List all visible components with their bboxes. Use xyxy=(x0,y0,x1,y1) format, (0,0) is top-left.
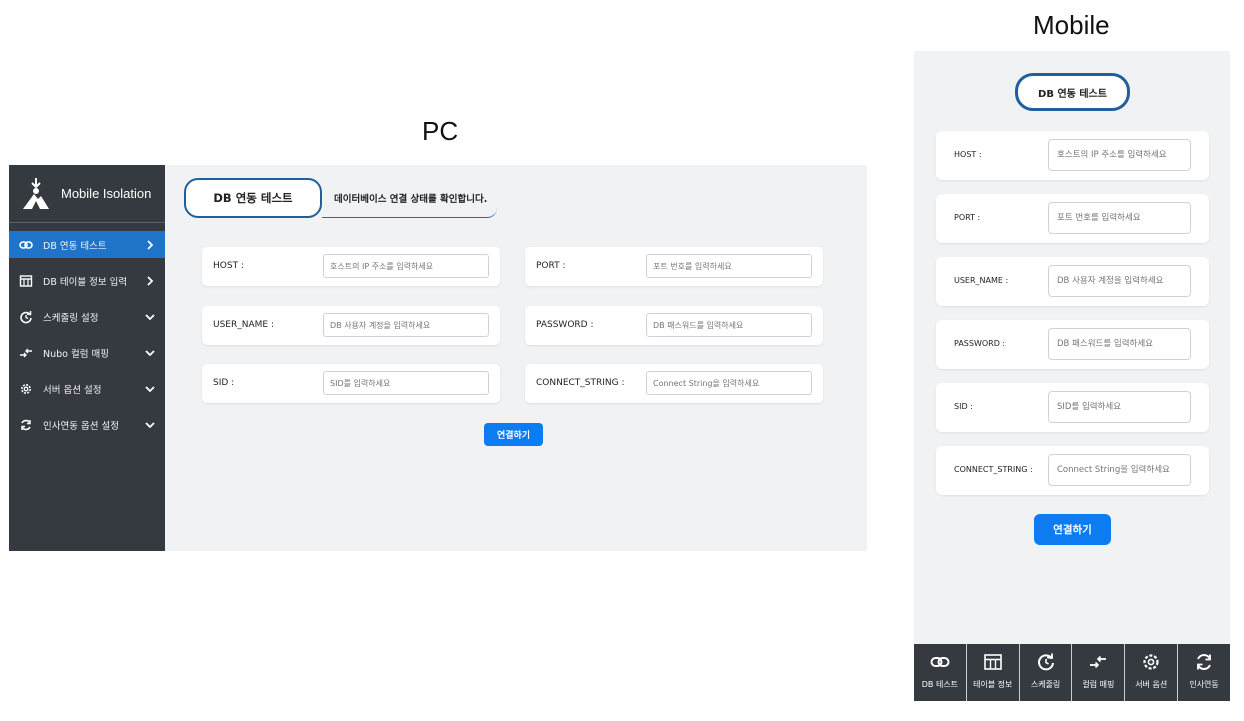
mobile-sid-label: SID : xyxy=(954,402,973,411)
page-title: DB 연동 테스트 xyxy=(184,178,322,218)
mobile-caption: Mobile xyxy=(1033,10,1110,40)
user-name-label: USER_NAME : xyxy=(213,320,274,330)
sidebar-menu: DB 연동 테스트 DB 테이블 정보 입력 스케줄링 설정 Nubo 컬럼 매… xyxy=(9,231,165,438)
sidebar-item-scheduling[interactable]: 스케줄링 설정 xyxy=(9,303,165,330)
mobile-sid-input[interactable] xyxy=(1048,391,1191,423)
port-field-row: PORT : xyxy=(525,247,823,286)
port-input[interactable] xyxy=(646,254,812,278)
user-name-field-row: USER_NAME : xyxy=(202,306,500,345)
mobile-page-title: DB 연동 테스트 xyxy=(1015,73,1130,111)
host-label: HOST : xyxy=(213,261,244,271)
mobile-user-name-input[interactable] xyxy=(1048,265,1191,297)
tab-table-info[interactable]: 테이블 정보 xyxy=(967,644,1020,701)
mobile-user-name-field-row: USER_NAME : xyxy=(936,257,1209,306)
link-icon xyxy=(19,238,33,252)
mobile-password-label: PASSWORD : xyxy=(954,339,1006,348)
mobile-tab-bar: DB 테스트 테이블 정보 스케줄링 컬럼 매핑 서버 옵션 인사연동 xyxy=(914,644,1230,701)
page-subtitle: 데이터베이스 연결 상태를 확인합니다. xyxy=(322,187,497,218)
chevron-down-icon xyxy=(145,312,155,322)
tab-db-test[interactable]: DB 테스트 xyxy=(914,644,967,701)
sync-icon xyxy=(19,418,33,432)
tab-label: 테이블 정보 xyxy=(973,680,1013,689)
chevron-right-icon xyxy=(145,239,155,250)
tab-label: 스케줄링 xyxy=(1030,680,1061,689)
mobile-password-input[interactable] xyxy=(1048,328,1191,360)
host-field-row: HOST : xyxy=(202,247,500,286)
mobile-connect-string-label: CONNECT_STRING : xyxy=(954,465,1033,474)
sync-icon xyxy=(1194,652,1214,672)
link-icon xyxy=(930,652,950,672)
chevron-down-icon xyxy=(145,420,155,430)
mountain-person-logo xyxy=(21,177,51,211)
connect-button[interactable]: 연결하기 xyxy=(484,423,543,446)
password-input[interactable] xyxy=(646,313,812,337)
table-icon xyxy=(19,274,33,288)
tab-hr-sync[interactable]: 인사연동 xyxy=(1178,644,1230,701)
sidebar-item-label: 서버 옵션 설정 xyxy=(43,384,102,396)
port-label: PORT : xyxy=(536,261,566,271)
brand-title: Mobile Isolation xyxy=(61,186,152,201)
tab-scheduling[interactable]: 스케줄링 xyxy=(1020,644,1073,701)
brand[interactable]: Mobile Isolation xyxy=(9,165,165,223)
refresh-icon xyxy=(19,310,33,324)
sid-input[interactable] xyxy=(323,371,489,395)
sidebar-item-column-mapping[interactable]: Nubo 컬럼 매핑 xyxy=(9,339,165,366)
chevron-right-icon xyxy=(145,275,155,286)
refresh-icon xyxy=(1036,652,1056,672)
sidebar-item-label: 인사연동 옵션 설정 xyxy=(43,420,119,432)
sidebar-item-server-options[interactable]: 서버 옵션 설정 xyxy=(9,375,165,402)
mobile-host-input[interactable] xyxy=(1048,139,1191,171)
tab-server-options[interactable]: 서버 옵션 xyxy=(1125,644,1179,701)
pc-main-content: DB 연동 테스트 데이터베이스 연결 상태를 확인합니다. HOST : PO… xyxy=(165,165,867,551)
tab-label: 컬럼 매핑 xyxy=(1082,680,1115,689)
connect-string-input[interactable] xyxy=(646,371,812,395)
mobile-port-field-row: PORT : xyxy=(936,194,1209,243)
sid-field-row: SID : xyxy=(202,364,500,403)
gear-icon xyxy=(1141,652,1161,672)
pc-caption: PC xyxy=(422,116,459,146)
sidebar-item-label: DB 테이블 정보 입력 xyxy=(43,276,128,288)
mapping-icon xyxy=(1088,652,1108,672)
sid-label: SID : xyxy=(213,378,235,388)
mobile-mockup: DB 연동 테스트 HOST : PORT : USER_NAME : PASS… xyxy=(914,51,1230,701)
mobile-connect-string-input[interactable] xyxy=(1048,454,1191,486)
sidebar-item-table-info[interactable]: DB 테이블 정보 입력 xyxy=(9,267,165,294)
mobile-host-field-row: HOST : xyxy=(936,131,1209,180)
sidebar-item-db-test[interactable]: DB 연동 테스트 xyxy=(9,231,165,258)
user-name-input[interactable] xyxy=(323,313,489,337)
canvas: PC Mobile Mobile Isolation DB 연동 테스트 DB … xyxy=(0,0,1244,721)
chevron-down-icon xyxy=(145,384,155,394)
sidebar: Mobile Isolation DB 연동 테스트 DB 테이블 정보 입력 … xyxy=(9,165,165,551)
sidebar-item-label: 스케줄링 설정 xyxy=(43,312,99,324)
chevron-down-icon xyxy=(145,348,155,358)
tab-label: DB 테스트 xyxy=(921,680,959,689)
mapping-icon xyxy=(19,346,33,360)
mobile-connect-button[interactable]: 연결하기 xyxy=(1034,514,1111,545)
mobile-password-field-row: PASSWORD : xyxy=(936,320,1209,369)
mobile-connect-string-field-row: CONNECT_STRING : xyxy=(936,446,1209,495)
tab-column-mapping[interactable]: 컬럼 매핑 xyxy=(1072,644,1126,701)
connect-string-label: CONNECT_STRING : xyxy=(536,378,625,388)
mobile-port-input[interactable] xyxy=(1048,202,1191,234)
sidebar-item-label: DB 연동 테스트 xyxy=(43,240,107,252)
mobile-host-label: HOST : xyxy=(954,150,982,159)
pc-mockup: Mobile Isolation DB 연동 테스트 DB 테이블 정보 입력 … xyxy=(9,165,867,551)
mobile-user-name-label: USER_NAME : xyxy=(954,276,1009,285)
password-field-row: PASSWORD : xyxy=(525,306,823,345)
connect-string-field-row: CONNECT_STRING : xyxy=(525,364,823,403)
sidebar-item-hr-sync-options[interactable]: 인사연동 옵션 설정 xyxy=(9,411,165,438)
mobile-sid-field-row: SID : xyxy=(936,383,1209,432)
tab-label: 인사연동 xyxy=(1189,680,1219,689)
mobile-port-label: PORT : xyxy=(954,213,981,222)
password-label: PASSWORD : xyxy=(536,320,594,330)
table-icon xyxy=(983,652,1003,672)
tab-label: 서버 옵션 xyxy=(1135,680,1168,689)
sidebar-item-label: Nubo 컬럼 매핑 xyxy=(43,348,109,360)
host-input[interactable] xyxy=(323,254,489,278)
gear-icon xyxy=(19,382,33,396)
